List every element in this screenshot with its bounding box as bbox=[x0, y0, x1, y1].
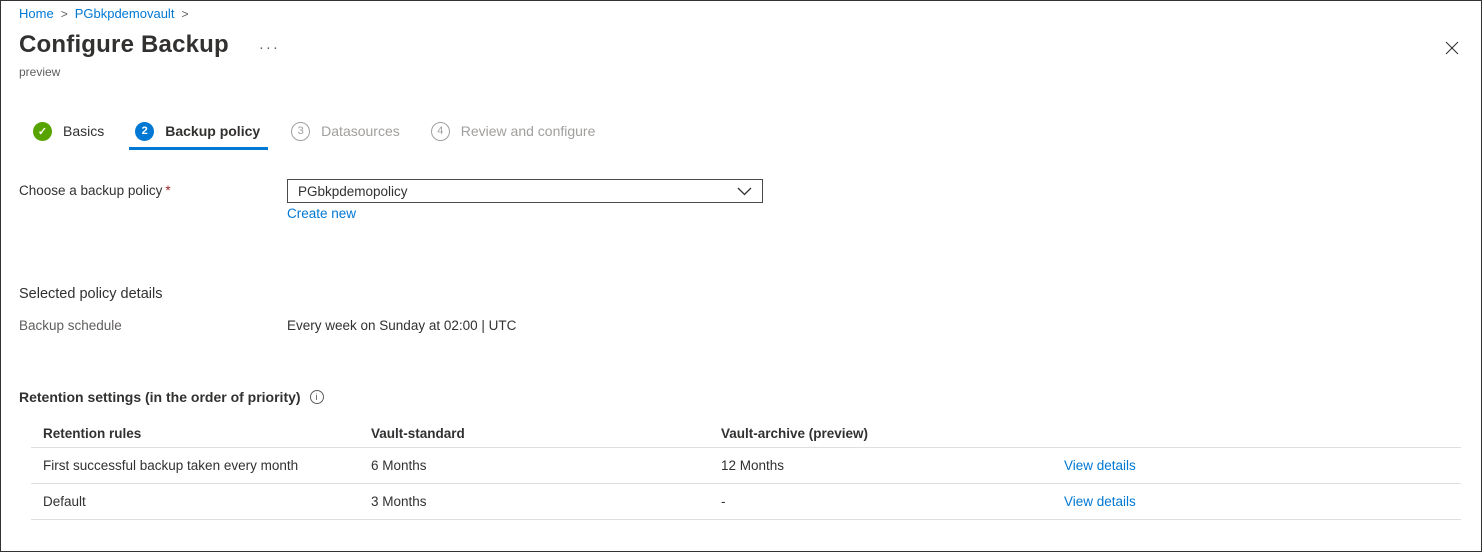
backup-schedule-label: Backup schedule bbox=[19, 318, 122, 333]
tab-datasources-label: Datasources bbox=[321, 123, 400, 139]
required-asterisk: * bbox=[165, 183, 170, 198]
retention-settings-heading: Retention settings (in the order of prio… bbox=[19, 389, 324, 405]
tab-basics-label: Basics bbox=[63, 123, 104, 139]
vault-standard-cell: 6 Months bbox=[371, 458, 721, 473]
close-icon bbox=[1444, 40, 1460, 56]
breadcrumb-link-vault[interactable]: PGbkpdemovault bbox=[75, 6, 175, 21]
step-number-icon: 3 bbox=[291, 122, 310, 141]
column-header-vault-standard: Vault-standard bbox=[371, 426, 721, 441]
configure-backup-blade: Home > PGbkpdemovault > Configure Backup… bbox=[0, 0, 1482, 552]
retention-rule-cell: First successful backup taken every mont… bbox=[43, 458, 371, 473]
view-details-link[interactable]: View details bbox=[1064, 458, 1136, 473]
view-details-link[interactable]: View details bbox=[1064, 494, 1136, 509]
tab-backup-policy-label: Backup policy bbox=[165, 123, 260, 139]
vault-standard-cell: 3 Months bbox=[371, 494, 721, 509]
breadcrumb-link-home[interactable]: Home bbox=[19, 6, 54, 21]
vault-archive-cell: - bbox=[721, 494, 1064, 509]
backup-schedule-value: Every week on Sunday at 02:00 | UTC bbox=[287, 318, 516, 333]
create-new-link[interactable]: Create new bbox=[287, 206, 356, 221]
selected-policy-details-heading: Selected policy details bbox=[19, 286, 162, 302]
backup-policy-dropdown[interactable]: PGbkpdemopolicy bbox=[287, 179, 763, 203]
wizard-steps: ✓ Basics 2 Backup policy 3 Datasources 4… bbox=[31, 118, 597, 144]
table-row: Default 3 Months - View details bbox=[31, 484, 1461, 520]
step-number-icon: 2 bbox=[135, 122, 154, 141]
step-number-icon: 4 bbox=[431, 122, 450, 141]
info-icon[interactable]: i bbox=[310, 390, 324, 404]
tab-basics[interactable]: ✓ Basics bbox=[31, 122, 106, 141]
breadcrumb-separator-icon: > bbox=[181, 7, 188, 21]
close-button[interactable] bbox=[1444, 40, 1460, 56]
breadcrumb-separator-icon: > bbox=[61, 7, 68, 21]
completed-check-icon: ✓ bbox=[33, 122, 52, 141]
retention-table: Retention rules Vault-standard Vault-arc… bbox=[31, 419, 1461, 520]
backup-policy-selected-value: PGbkpdemopolicy bbox=[298, 184, 737, 199]
tab-datasources[interactable]: 3 Datasources bbox=[289, 122, 402, 141]
backup-policy-field-label: Choose a backup policy* bbox=[19, 183, 171, 198]
retention-rule-cell: Default bbox=[43, 494, 371, 509]
retention-table-header: Retention rules Vault-standard Vault-arc… bbox=[31, 419, 1461, 448]
page-title: Configure Backup bbox=[19, 31, 229, 59]
breadcrumb: Home > PGbkpdemovault > bbox=[19, 6, 188, 21]
tab-review-and-configure-label: Review and configure bbox=[461, 123, 596, 139]
more-options-icon[interactable]: ··· bbox=[259, 39, 280, 56]
column-header-retention-rules: Retention rules bbox=[43, 426, 371, 441]
chevron-down-icon bbox=[737, 187, 752, 196]
column-header-vault-archive: Vault-archive (preview) bbox=[721, 426, 1064, 441]
preview-badge: preview bbox=[19, 65, 60, 79]
tab-review-and-configure[interactable]: 4 Review and configure bbox=[429, 122, 598, 141]
tab-backup-policy[interactable]: 2 Backup policy bbox=[133, 122, 262, 141]
vault-archive-cell: 12 Months bbox=[721, 458, 1064, 473]
active-tab-underline bbox=[129, 147, 268, 150]
table-row: First successful backup taken every mont… bbox=[31, 448, 1461, 484]
